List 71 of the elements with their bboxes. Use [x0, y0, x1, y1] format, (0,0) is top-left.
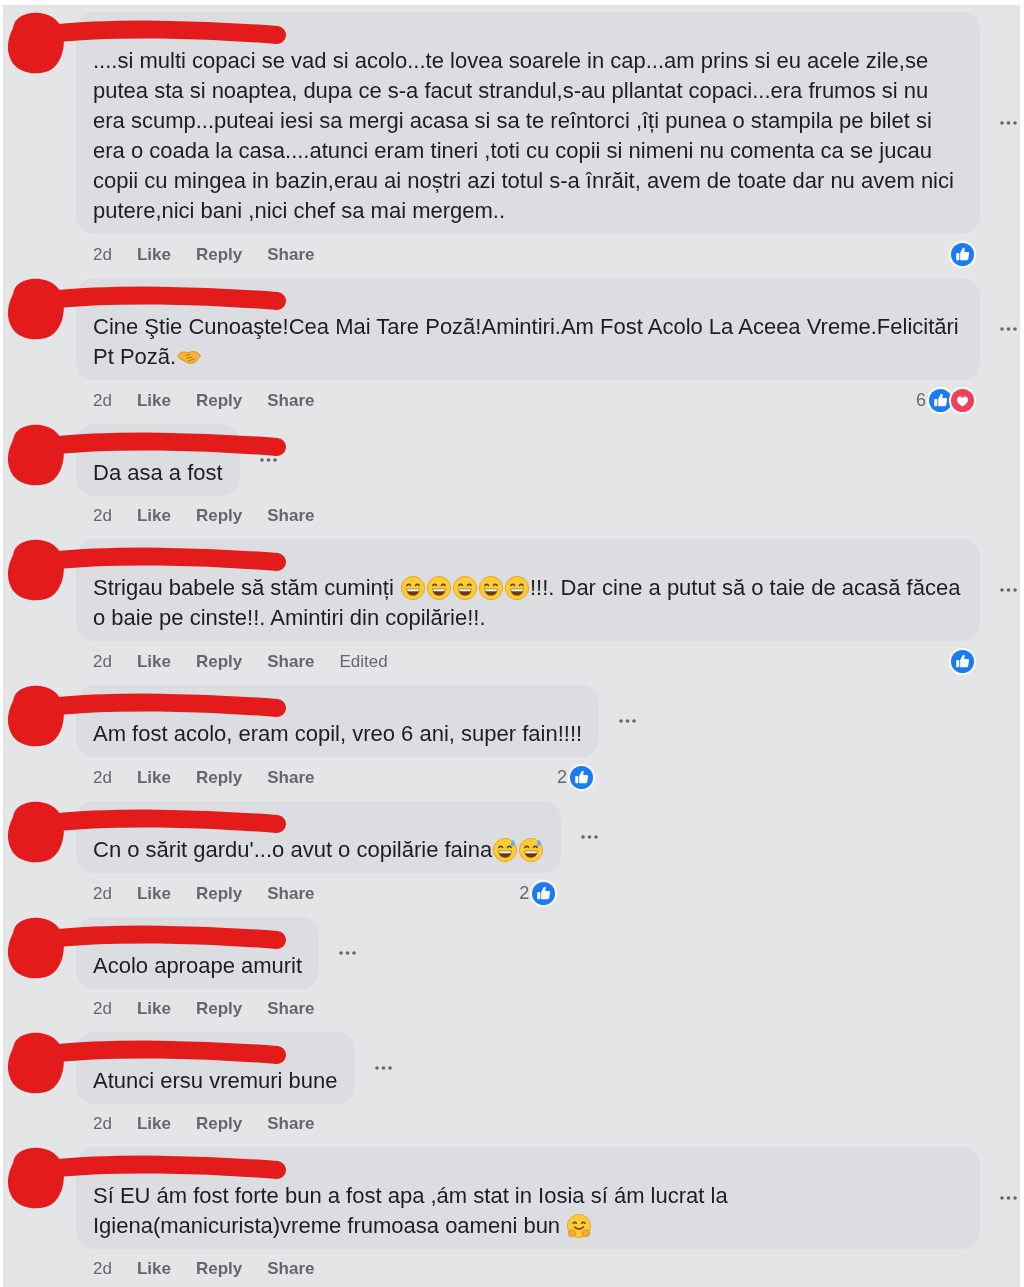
grinning-face-icon: [504, 576, 529, 600]
action-link[interactable]: Share: [267, 506, 315, 526]
comment-text: Cine Ştie Cunoaşte!Cea Mai Tare Pozã!Amintiri.Am Fost Acolo La Aceea Vreme.Felicitări Pt Pozã.: [93, 313, 960, 371]
action-link[interactable]: Reply: [195, 883, 243, 904]
action-link[interactable]: Share: [267, 244, 315, 265]
action-link[interactable]: Share: [267, 883, 315, 904]
action-link[interactable]: Reply: [195, 767, 243, 788]
action-link[interactable]: Like: [136, 883, 171, 904]
action-link[interactable]: Share: [267, 767, 315, 788]
action-link[interactable]: Share: [267, 1259, 315, 1279]
comment-text: Cn o sărit gardu'...o avut o copilărie faina: [93, 835, 545, 865]
thumbs-up-icon: [568, 764, 596, 791]
heart-icon: [949, 387, 976, 414]
more-icon[interactable]: [374, 1066, 392, 1070]
action-link[interactable]: Reply: [195, 244, 243, 265]
more-icon[interactable]: [1000, 327, 1017, 331]
reaction-count: 6: [916, 390, 926, 411]
more-icon[interactable]: [619, 719, 637, 723]
comment-time: 2d: [93, 999, 112, 1019]
comment-text: Da asa a fost: [93, 459, 223, 487]
hugging-face-icon: [567, 1214, 592, 1238]
comment-time: 2d: [93, 651, 112, 672]
comment-time: 2d: [93, 1114, 112, 1134]
action-link[interactable]: Reply: [195, 1114, 243, 1134]
comment-time: 2d: [93, 883, 112, 904]
action-link[interactable]: Reply: [195, 506, 243, 526]
comment-text: Atunci ersu vremuri bune: [93, 1067, 338, 1095]
thumbs-up-icon: [949, 241, 976, 268]
comment-time: 2d: [93, 506, 112, 526]
thumbs-up-icon: [949, 648, 976, 675]
action-link[interactable]: Like: [136, 651, 171, 672]
action-link[interactable]: Reply: [195, 1259, 243, 1279]
more-icon[interactable]: [1000, 1196, 1017, 1200]
action-link[interactable]: Like: [136, 1114, 171, 1134]
comment-text: Sí EU ám fost forte bun a fost apa ,ám stat in Iosia sí ám lucrat la Igiena(manicurista)vreme frumoasa oameni bun: [93, 1182, 729, 1240]
comment-text: Strigau babele să stăm cuminți !!!. Dar cine a putut să o taie de acasă făcea o baie pe cinste!!. Amintiri din copilărie!!.: [93, 574, 962, 632]
edited-label: Edited: [339, 651, 388, 672]
action-link[interactable]: Reply: [195, 390, 243, 411]
more-icon[interactable]: [259, 458, 277, 462]
grinning-face-icon: [478, 576, 503, 600]
comment-text: ....si multi copaci se vad si acolo...te lovea soarele in cap...am prins si eu acele zile,se putea sta si noaptea, dupa ce s-a facut strandul,s-au pllantat copaci...era frumos si nu era scump...puteai iesi sa mergi acasa si sa te reîntorci ,îți punea o stampila pe bilet si era o coada la casa....atunci eram tineri ,toti cu copii si nimeni nu comenta ca se jucau copii cu mingea in bazin,erau ai noștri azi totul s-a înrăit, avem de toate dar nu avem nici putere,nici bani ,nici chef sa mai mergem..: [93, 47, 955, 225]
action-link[interactable]: Like: [136, 999, 171, 1019]
comment-time: 2d: [93, 767, 112, 788]
grinning-face-icon: [452, 576, 477, 600]
more-icon[interactable]: [1000, 121, 1017, 125]
thumbs-up-icon: [530, 880, 558, 907]
comment-time: 2d: [93, 244, 112, 265]
comment-text: Acolo aproape amurit: [93, 952, 303, 980]
comment-text: Am fost acolo, eram copil, vreo 6 ani, super fain!!!!: [93, 720, 583, 748]
action-link[interactable]: Like: [136, 767, 171, 788]
grinning-face-icon: [400, 576, 425, 600]
reaction-count: 2: [557, 767, 568, 788]
action-link[interactable]: Share: [267, 651, 315, 672]
action-link[interactable]: Reply: [195, 999, 243, 1019]
grinning-face-icon: [426, 576, 451, 600]
sweat-smile-icon: [519, 838, 544, 862]
action-link[interactable]: Like: [136, 390, 171, 411]
action-link[interactable]: Like: [136, 506, 171, 526]
more-icon[interactable]: [1000, 588, 1017, 592]
more-icon[interactable]: [581, 835, 599, 839]
action-link[interactable]: Share: [267, 999, 315, 1019]
comment-time: 2d: [93, 1259, 112, 1279]
action-link[interactable]: Like: [136, 244, 171, 265]
more-icon[interactable]: [339, 951, 357, 955]
sweat-smile-icon: [493, 838, 518, 862]
action-link[interactable]: Share: [267, 1114, 315, 1134]
reaction-count: 2: [519, 883, 530, 904]
comment-time: 2d: [93, 390, 112, 411]
action-link[interactable]: Reply: [195, 651, 243, 672]
action-link[interactable]: Like: [136, 1259, 171, 1279]
action-link[interactable]: Share: [267, 390, 315, 411]
